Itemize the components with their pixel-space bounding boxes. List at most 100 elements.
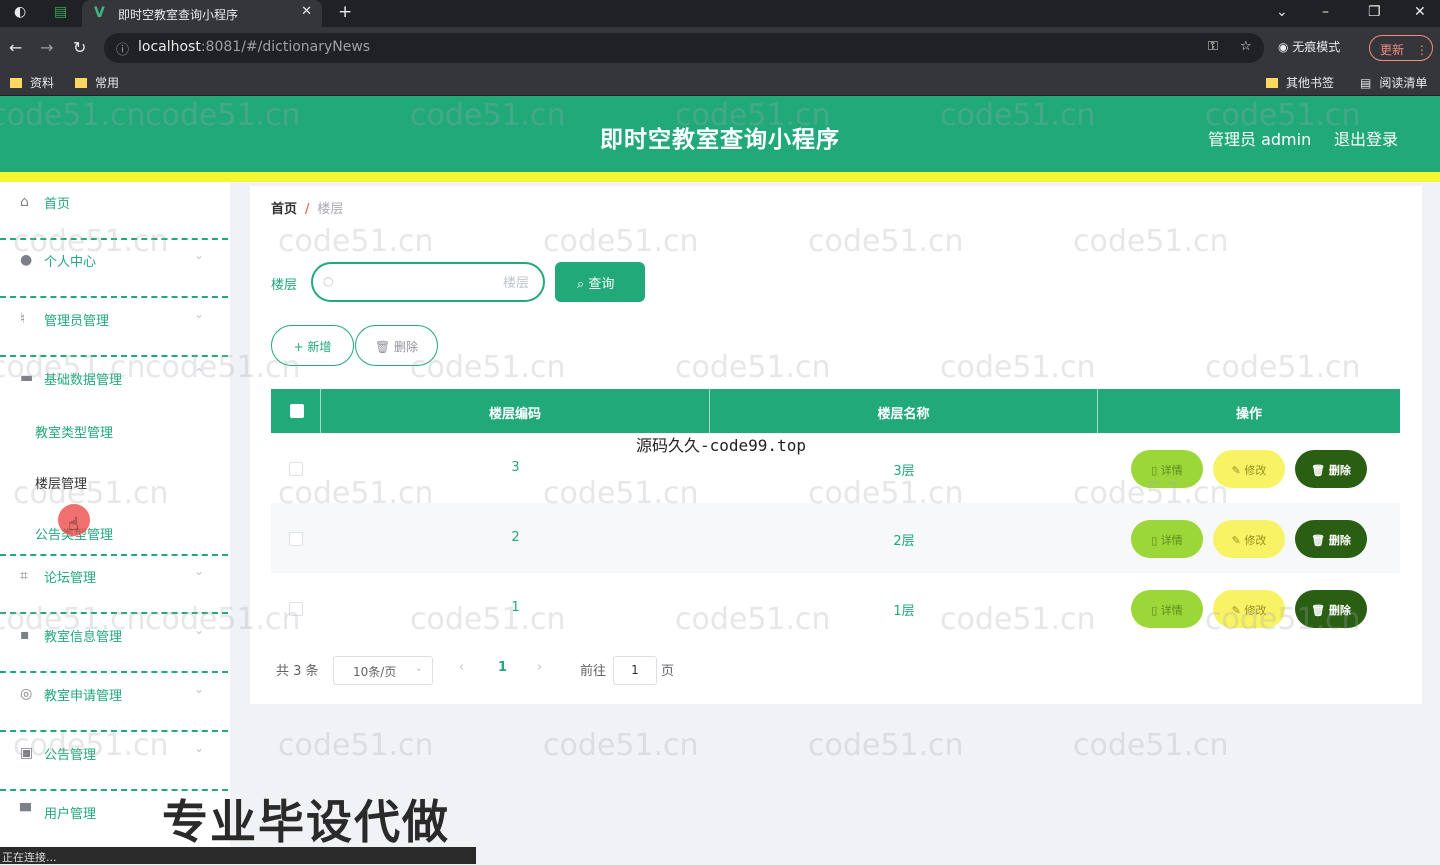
column-header-actions: 操作	[1235, 407, 1262, 422]
watermark: code51.cn	[808, 728, 964, 763]
address-bar-row: ← → ↻ ⓘ localhost:8081/#/dictionaryNews …	[0, 27, 1440, 69]
edit-button[interactable]: ✎ 修改	[1213, 520, 1285, 558]
sidebar: ⌂ 首页 ● 个人中心 ⌄ ♮ 管理员管理 ⌄ ▬ 基础数据管理 ⌃ 教室类型管…	[0, 182, 230, 864]
bulk-delete-button[interactable]: 🗑︎ 删除	[355, 325, 438, 366]
sidebar-item-home[interactable]: ⌂ 首页	[0, 182, 228, 240]
edit-button[interactable]: ✎ 修改	[1213, 450, 1285, 488]
sidebar-item-label: 基础数据管理	[44, 373, 123, 388]
sidebar-item-label: 管理员管理	[44, 314, 110, 329]
search-input[interactable]	[343, 272, 529, 292]
sidebar-item-classroom-info[interactable]: ▪ 教室信息管理 ⌄	[0, 615, 228, 673]
detail-button[interactable]: ▯ 详情	[1131, 590, 1203, 628]
sidebar-item-profile[interactable]: ● 个人中心 ⌄	[0, 240, 228, 298]
row-checkbox[interactable]	[289, 462, 303, 476]
next-page-icon[interactable]: ›	[537, 660, 542, 675]
detail-label: 详情	[1160, 534, 1183, 547]
restore-icon[interactable]: ❐	[1368, 4, 1381, 20]
chevron-up-icon: ⌃	[193, 366, 204, 380]
row-checkbox[interactable]	[289, 532, 303, 546]
delete-button[interactable]: 🗑︎ 删除	[1295, 520, 1367, 558]
new-tab-icon[interactable]: +	[338, 2, 352, 22]
detail-label: 详情	[1160, 604, 1183, 617]
forward-icon[interactable]: →	[40, 38, 53, 57]
add-button[interactable]: + 新增	[271, 325, 354, 366]
page-size-select[interactable]: 10条/页 ⌄	[333, 656, 433, 685]
tab-title: 即时空教室查询小程序	[118, 8, 239, 22]
submenu-item-floors[interactable]: 楼层管理	[35, 473, 87, 492]
tab-close-icon[interactable]: ✕	[301, 4, 312, 19]
browser-status-bar: 正在连接...	[0, 847, 476, 864]
breadcrumb-separator: /	[305, 202, 310, 217]
browser-tab[interactable]: V 即时空教室查询小程序 ✕	[82, 0, 322, 27]
sidebar-item-notices[interactable]: ▣ 公告管理 ⌄	[0, 733, 228, 791]
breadcrumb-home[interactable]: 首页	[271, 202, 297, 217]
chevron-down-icon: ⌄	[193, 248, 204, 262]
chevron-down-icon: ⌄	[193, 307, 204, 321]
chevron-down-icon: ⌄	[193, 623, 204, 637]
prev-page-icon[interactable]: ‹	[459, 660, 464, 675]
edit-button[interactable]: ✎ 修改	[1213, 590, 1285, 628]
watermark: code51.cn	[278, 728, 434, 763]
page-number-current[interactable]: 1	[498, 660, 507, 675]
search-label: 楼层	[271, 278, 298, 293]
reload-icon[interactable]: ↻	[73, 38, 86, 57]
submenu-item-classroom-types[interactable]: 教室类型管理	[35, 422, 113, 441]
watermark: code51.cn	[1073, 728, 1229, 763]
key-icon[interactable]: ⚿	[1208, 39, 1218, 54]
chevron-down-icon: ⌄	[414, 663, 423, 674]
chevron-down-icon[interactable]: ⌄	[1276, 4, 1288, 20]
select-all-checkbox[interactable]	[290, 404, 304, 418]
trash-icon: 🗑︎	[1311, 534, 1329, 547]
chevron-down-icon: ⌄	[193, 682, 204, 696]
browser-tab-strip: ◐ ▤ V 即时空教室查询小程序 ✕ + ⌄ – ❐ ✕	[0, 0, 1440, 27]
globe-icon[interactable]: ◐	[14, 4, 26, 20]
back-icon[interactable]: ←	[9, 38, 22, 57]
trash-icon: 🗑︎	[1311, 604, 1329, 617]
app-icon[interactable]: ▤	[54, 4, 67, 20]
url-field[interactable]: ⓘ localhost:8081/#/dictionaryNews	[104, 33, 1264, 63]
column-header-code[interactable]: 楼层编码	[321, 389, 710, 433]
sidebar-item-classroom-apply[interactable]: ◎ 教室申请管理 ⌄	[0, 674, 228, 732]
row-checkbox[interactable]	[289, 602, 303, 616]
search-button[interactable]: ⌕ 查询	[555, 262, 645, 302]
bookmark-folder-other[interactable]: 其他书签	[1266, 74, 1334, 91]
search-button-label: 查询	[588, 277, 615, 292]
delete-label: 删除	[1328, 534, 1351, 547]
window-close-icon[interactable]: ✕	[1414, 4, 1426, 20]
breadcrumb: 首页 / 楼层	[271, 198, 343, 217]
incognito-indicator[interactable]: ◉ 无痕模式	[1278, 38, 1340, 55]
update-button[interactable]: 更新 ⋮	[1369, 35, 1433, 61]
goto-suffix: 页	[661, 664, 675, 679]
info-icon[interactable]: ⓘ	[116, 39, 129, 58]
detail-label: 详情	[1160, 464, 1183, 477]
goto-page-input[interactable]: 1	[613, 656, 657, 685]
bulk-delete-label: 删除	[394, 340, 419, 354]
delete-button[interactable]: 🗑︎ 删除	[1295, 590, 1367, 628]
sidebar-item-label: 公告管理	[44, 748, 97, 763]
delete-button[interactable]: 🗑︎ 删除	[1295, 450, 1367, 488]
detail-button[interactable]: ▯ 详情	[1131, 450, 1203, 488]
reading-list[interactable]: ▤ 阅读清单	[1360, 74, 1427, 91]
logout-button[interactable]: 退出登录	[1334, 126, 1398, 150]
sidebar-item-forum[interactable]: ⌗ 论坛管理 ⌄	[0, 556, 228, 614]
minimize-icon[interactable]: –	[1322, 4, 1329, 20]
document-icon: ▯	[1151, 604, 1161, 617]
column-header-name[interactable]: 楼层名称	[710, 389, 1098, 433]
incognito-icon: ◉	[1278, 40, 1293, 54]
chevron-down-icon: ⌄	[193, 564, 204, 578]
page-size-value: 10条/页	[353, 665, 397, 679]
briefcase-icon: ▬	[20, 370, 34, 386]
detail-button[interactable]: ▯ 详情	[1131, 520, 1203, 558]
bookmarks-bar: 资料 常用 其他书签 ▤ 阅读清单	[0, 69, 1440, 96]
floor-name-cell: 3层	[893, 464, 915, 479]
document-icon: ▯	[1151, 464, 1161, 477]
star-icon[interactable]: ☆	[1240, 39, 1252, 54]
sidebar-item-admins[interactable]: ♮ 管理员管理 ⌄	[0, 299, 228, 357]
microphone-icon: ♮	[20, 311, 26, 327]
search-field[interactable]: ○	[311, 262, 545, 302]
sidebar-item-base-data[interactable]: ▬ 基础数据管理 ⌃ 教室类型管理 楼层管理 公告类型管理	[0, 358, 228, 556]
table-row: 3 3层 ▯ 详情 ✎ 修改 🗑︎ 删除	[271, 433, 1400, 503]
app-header: 即时空教室查询小程序 管理员 admin 退出登录	[0, 96, 1440, 172]
bookmark-folder-resources[interactable]: 资料	[10, 74, 54, 91]
bookmark-folder-common[interactable]: 常用	[75, 74, 119, 91]
